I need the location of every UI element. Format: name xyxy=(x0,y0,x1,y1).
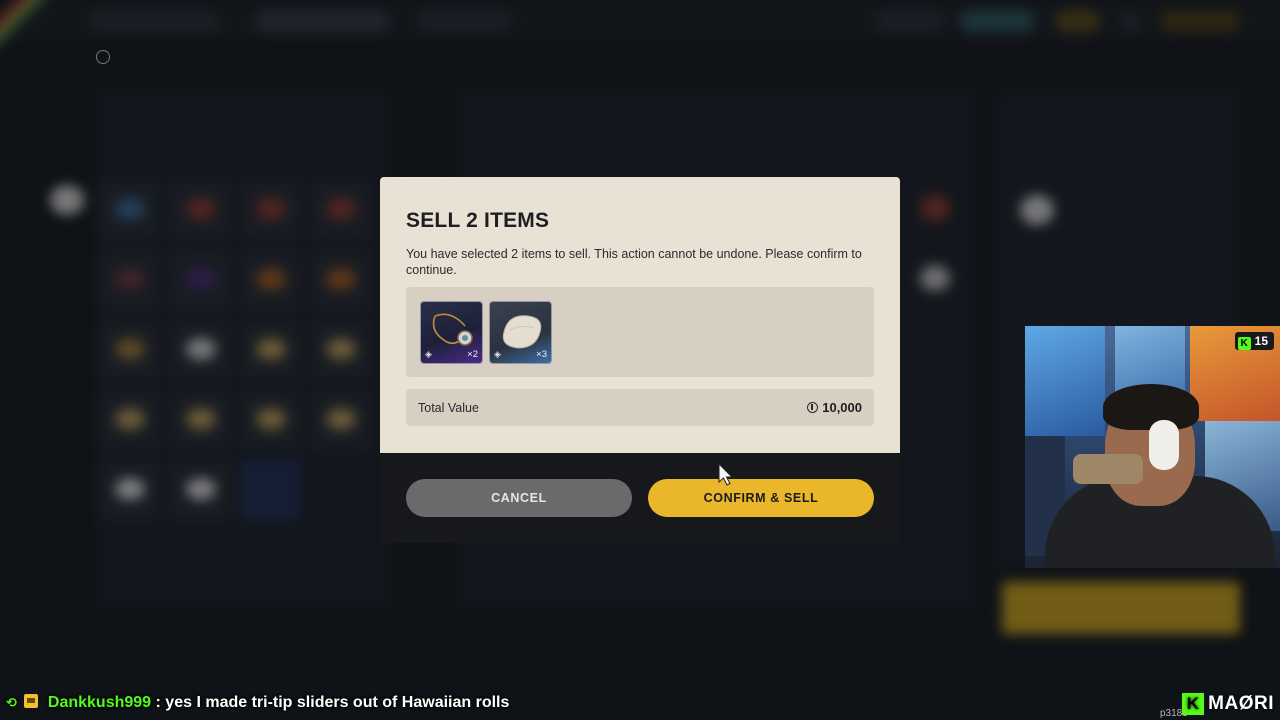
diamond-icon: ◈ xyxy=(425,349,432,359)
chat-message: ⟲ Dankkush999 : yes I made tri-tip slide… xyxy=(6,694,509,714)
mouse-cursor-icon xyxy=(718,463,734,486)
channel-branding: K MAØRI xyxy=(1182,693,1274,717)
sell-items-dialog: SELL 2 ITEMS You have selected 2 items t… xyxy=(380,177,900,543)
total-value-number: 10,000 xyxy=(822,400,862,415)
item-quantity: ×2 xyxy=(467,349,478,360)
microphone-icon xyxy=(1073,454,1143,484)
coin-icon xyxy=(807,402,819,413)
kick-logo-icon: K xyxy=(1237,337,1251,350)
viewer-count-badge: K 15 xyxy=(1234,332,1274,350)
item-slot-pillow[interactable]: ◈ ×3 xyxy=(489,301,552,364)
loading-icon xyxy=(96,50,110,64)
streamer-webcam: K 15 xyxy=(1025,326,1280,568)
diamond-icon: ◈ xyxy=(494,349,501,359)
recycle-badge-icon: ⟲ xyxy=(6,695,17,710)
item-quantity: ×3 xyxy=(536,349,547,360)
selected-items-list: ◈ ×2 ◈ ×3 xyxy=(406,287,874,377)
item-slot-necklace[interactable]: ◈ ×2 xyxy=(420,301,483,364)
chat-username: Dankkush999 xyxy=(47,694,152,711)
dialog-body: SELL 2 ITEMS You have selected 2 items t… xyxy=(380,177,900,453)
channel-name: MAØRI xyxy=(1208,693,1274,714)
total-value-label: Total Value xyxy=(418,401,479,415)
dialog-description: You have selected 2 items to sell. This … xyxy=(406,247,862,277)
dialog-title: SELL 2 ITEMS xyxy=(406,209,550,232)
confirm-sell-button[interactable]: CONFIRM & SELL xyxy=(648,479,874,517)
total-value-amount: 10,000 xyxy=(807,400,862,415)
cancel-button[interactable]: CANCEL xyxy=(406,479,632,517)
kick-logo-icon: K xyxy=(1182,693,1205,715)
viewer-count: 15 xyxy=(1254,334,1268,348)
headphones-icon xyxy=(1149,420,1179,470)
subscriber-badge-icon xyxy=(24,694,39,708)
total-value-row: Total Value 10,000 xyxy=(406,389,874,426)
chat-text: : yes I made tri-tip sliders out of Hawa… xyxy=(155,694,510,711)
